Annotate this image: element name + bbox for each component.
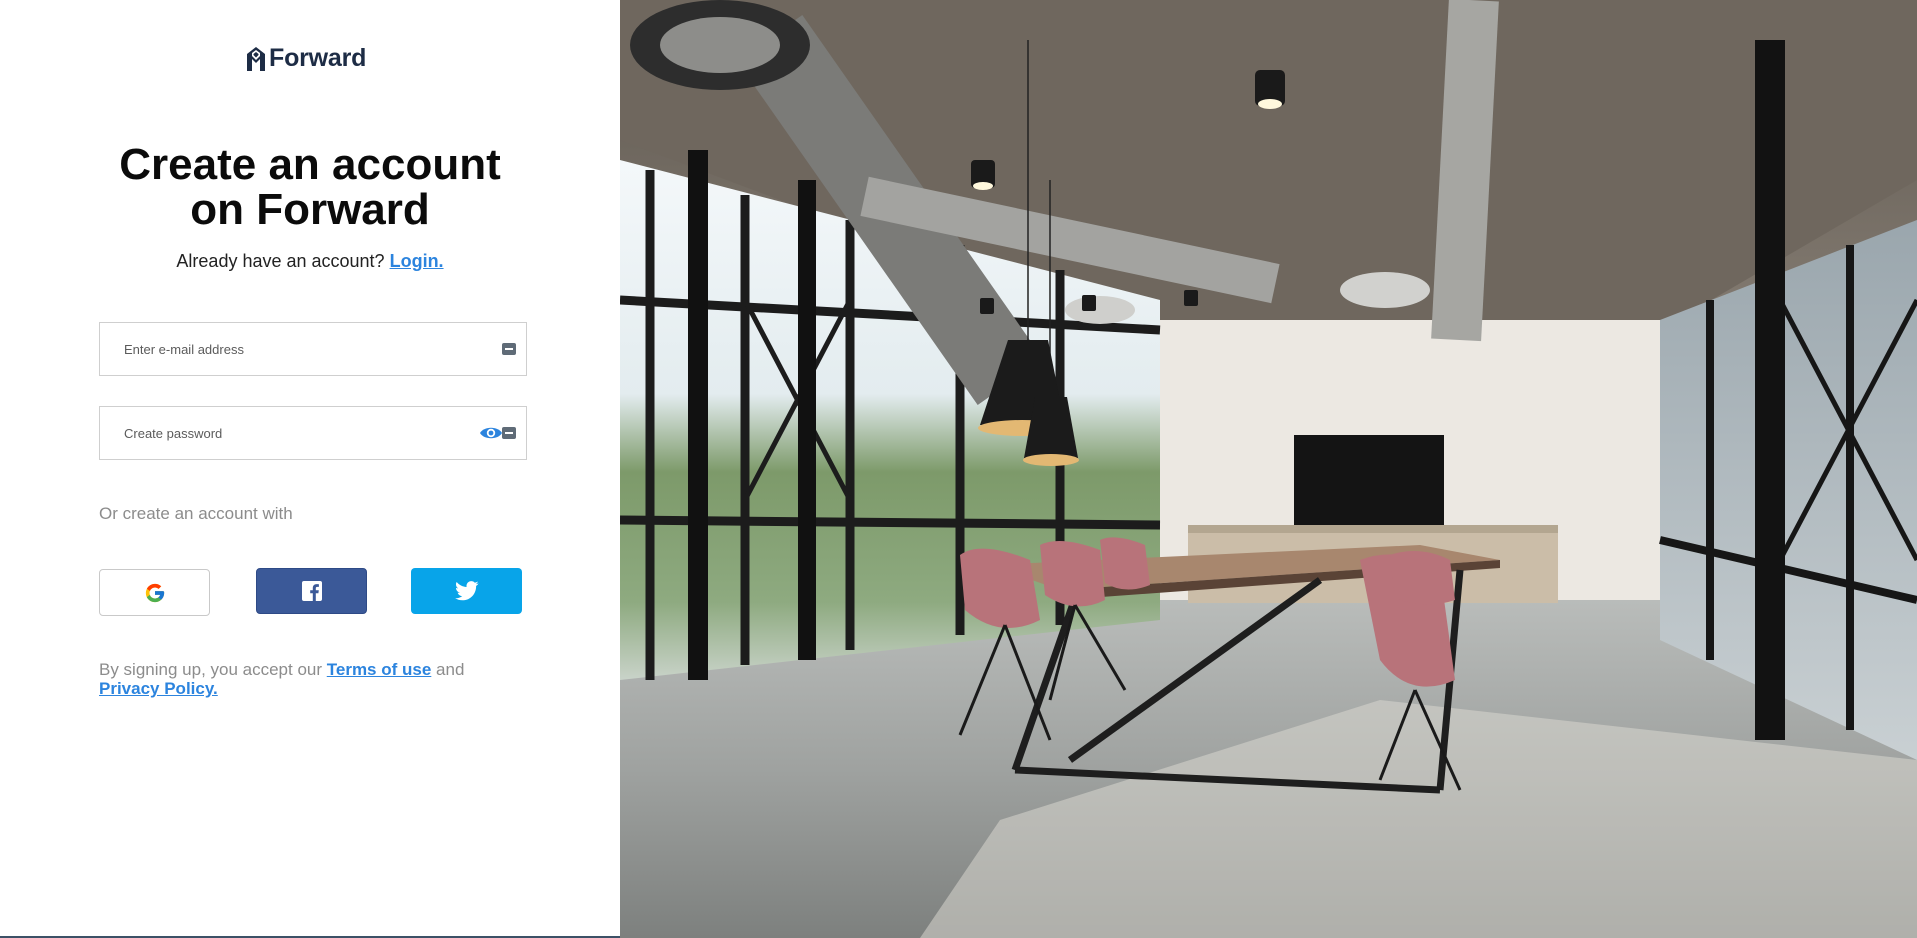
terms-prefix: By signing up, you accept our bbox=[99, 660, 327, 679]
keyboard-icon[interactable] bbox=[502, 427, 516, 439]
forward-logo-icon bbox=[247, 46, 265, 71]
social-signup-label: Or create an account with bbox=[99, 504, 293, 523]
terms-middle: and bbox=[431, 660, 465, 679]
twitter-signup-button[interactable] bbox=[411, 568, 522, 614]
keyboard-icon[interactable] bbox=[502, 343, 516, 355]
email-input[interactable] bbox=[100, 323, 526, 375]
google-icon bbox=[145, 583, 164, 602]
password-field[interactable] bbox=[99, 406, 527, 460]
login-prompt: Already have an account? Login. bbox=[60, 251, 560, 272]
signup-panel: Forward Create an account on Forward Alr… bbox=[0, 0, 620, 938]
email-field[interactable] bbox=[99, 322, 527, 376]
signup-page: Forward Create an account on Forward Alr… bbox=[0, 0, 1917, 938]
brand-logo[interactable]: Forward bbox=[246, 44, 366, 73]
terms-notice: By signing up, you accept our Terms of u… bbox=[99, 660, 519, 698]
login-link[interactable]: Login. bbox=[390, 251, 444, 271]
facebook-icon bbox=[301, 581, 322, 601]
facebook-signup-button[interactable] bbox=[256, 568, 367, 614]
office-illustration bbox=[620, 0, 1917, 938]
google-signup-button[interactable] bbox=[99, 569, 210, 616]
twitter-icon bbox=[454, 581, 479, 601]
brand-name: Forward bbox=[269, 44, 367, 72]
terms-of-use-link[interactable]: Terms of use bbox=[327, 660, 432, 679]
password-input[interactable] bbox=[100, 407, 526, 459]
office-photo bbox=[620, 0, 1917, 938]
page-title-line-1: Create an account bbox=[119, 140, 501, 189]
page-title-line-2: on Forward bbox=[190, 185, 430, 234]
page-title: Create an account on Forward bbox=[60, 142, 560, 232]
privacy-policy-link[interactable]: Privacy Policy. bbox=[99, 679, 218, 698]
login-prompt-text: Already have an account? bbox=[176, 251, 390, 271]
eye-icon[interactable] bbox=[479, 424, 503, 442]
